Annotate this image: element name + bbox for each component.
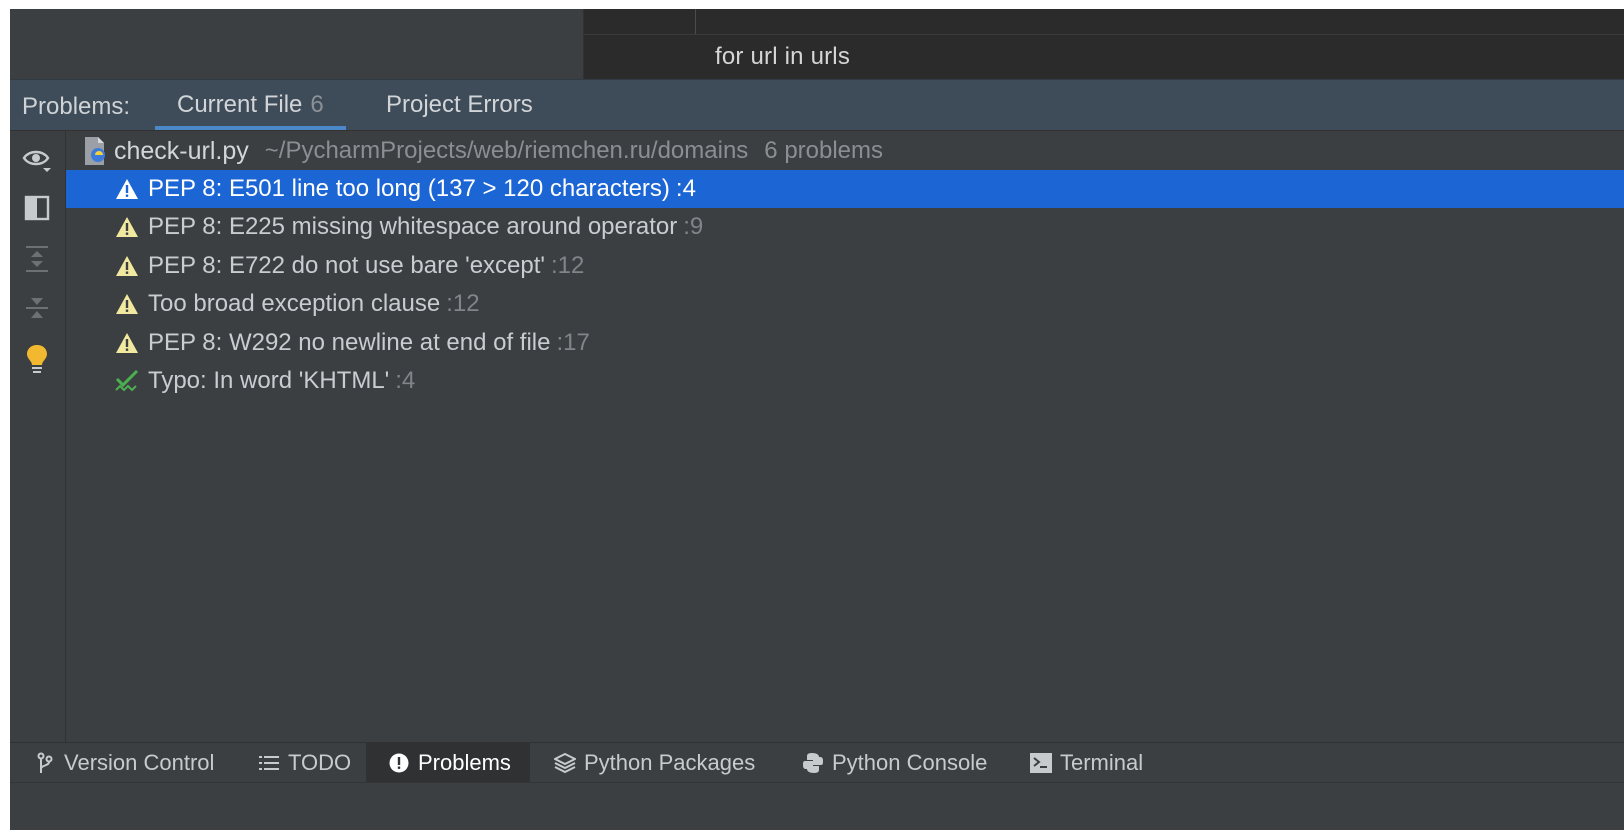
file-name: check-url.py [114,136,249,165]
problem-message: PEP 8: E501 line too long (137 > 120 cha… [148,175,670,202]
problem-message: PEP 8: W292 no newline at end of file [148,329,551,356]
status-bar [10,782,1624,830]
eye-icon[interactable] [22,144,52,174]
tab-label: Python Console [832,750,988,775]
problem-line: :4 [675,175,696,202]
warning-icon [114,176,140,202]
problem-message: PEP 8: E225 missing whitespace around op… [148,213,678,240]
list-item[interactable]: PEP 8: E501 line too long (137 > 120 cha… [66,170,1624,208]
tab-label: Current File [177,91,303,118]
tab-project-errors[interactable]: Project Errors [386,80,533,130]
layers-icon [554,752,576,774]
list-item[interactable]: Too broad exception clause :12 [66,285,1624,323]
tab-label: TODO [288,750,352,775]
problem-line: :9 [683,213,704,240]
warning-icon [114,330,140,356]
tab-problems[interactable]: Problems [366,743,530,783]
lightbulb-icon[interactable] [22,344,52,374]
collapse-all-icon[interactable] [22,293,52,323]
list-icon [258,752,280,774]
preview-icon[interactable] [22,193,52,223]
code-line: for url in urls [715,43,851,70]
problem-line: :12 [446,290,480,317]
editor-vertical-divider [695,9,696,34]
problems-tab-bar: Problems: Current File 6 Project Errors [10,79,1624,131]
problems-tree: check-url.py ~/PycharmProjects/web/riemc… [66,130,1624,742]
list-item[interactable]: PEP 8: W292 no newline at end of file :1… [66,324,1624,362]
file-node[interactable]: check-url.py ~/PycharmProjects/web/riemc… [66,132,1624,170]
tab-label: Version Control [64,750,215,775]
tab-terminal[interactable]: Terminal [1030,743,1143,783]
python-file-icon [82,136,110,166]
tab-label: Problems [418,750,511,775]
typo-icon [114,368,140,394]
problem-message: PEP 8: E722 do not use bare 'except' [148,252,545,279]
problem-message: Too broad exception clause [148,290,441,317]
tab-version-control[interactable]: Version Control [34,743,214,783]
tab-todo[interactable]: TODO [258,743,351,783]
problems-label: Problems: [22,93,131,120]
problem-message: Typo: In word 'KHTML' [148,367,390,394]
tab-label: Project Errors [386,91,533,118]
problem-line: :12 [551,252,585,279]
problems-toolbar [10,130,66,742]
warning-icon [114,214,140,240]
editor-divider [584,34,1624,35]
tab-current-file[interactable]: Current File 6 [155,80,346,130]
editor-area[interactable]: for url in urls [583,9,1624,79]
terminal-icon [1030,752,1052,774]
tab-python-packages[interactable]: Python Packages [554,743,755,783]
tab-count: 6 [310,91,324,118]
branch-icon [34,752,56,774]
ide-window: for url in urls Problems: Current File 6 … [10,9,1624,830]
tool-window-bar: Version Control TODO Problems Python Pac… [10,742,1624,783]
python-icon [802,752,824,774]
expand-all-icon[interactable] [22,244,52,274]
warning-icon [114,291,140,317]
problem-line: :4 [395,367,416,394]
file-path: ~/PycharmProjects/web/riemchen.ru/domain… [264,137,749,164]
tab-label: Python Packages [584,750,756,775]
warning-icon [114,253,140,279]
problem-count: 6 problems [764,137,884,164]
tab-python-console[interactable]: Python Console [802,743,987,783]
list-item[interactable]: PEP 8: E225 missing whitespace around op… [66,208,1624,246]
list-item[interactable]: Typo: In word 'KHTML' :4 [66,362,1624,400]
editor-gutter-area [10,9,583,79]
exclamation-icon [388,752,410,774]
problem-line: :17 [556,329,590,356]
list-item[interactable]: PEP 8: E722 do not use bare 'except' :12 [66,247,1624,285]
tab-label: Terminal [1060,750,1144,775]
